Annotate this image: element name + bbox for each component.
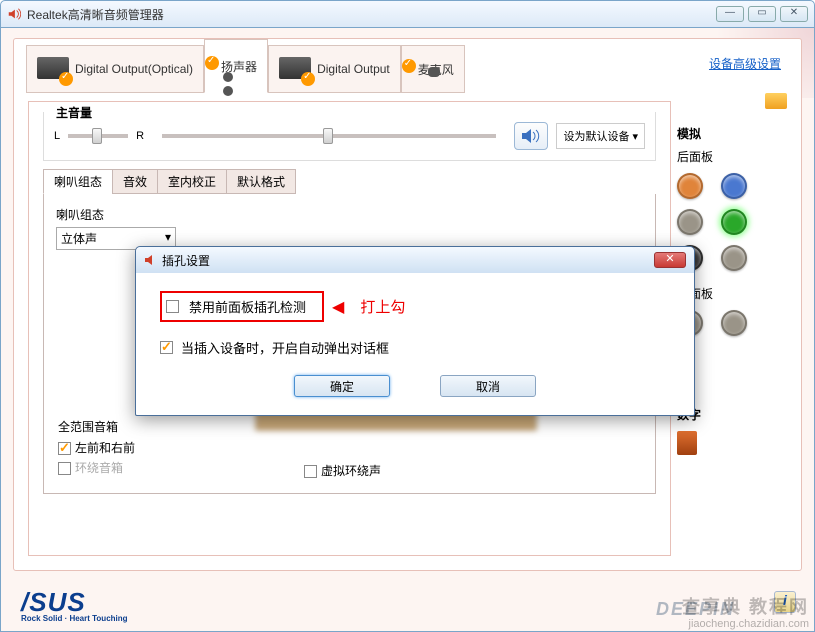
device-tabs: Digital Output(Optical) 扬声器 Digital Outp…	[26, 39, 465, 93]
front-speakers-label: 左前和右前	[75, 441, 135, 455]
check-overlay-icon	[59, 72, 73, 86]
asus-logo: /SUS Rock Solid · Heart Touching	[21, 591, 128, 623]
front-speakers-option[interactable]: 左前和右前	[58, 439, 135, 456]
annotation-highlight: 禁用前面板插孔检测	[160, 291, 324, 322]
jack-gray[interactable]	[677, 209, 703, 235]
tab-digital-output[interactable]: Digital Output	[268, 45, 401, 93]
dialog-title: 插孔设置	[162, 252, 210, 269]
sound-icon	[521, 128, 541, 144]
check-overlay-icon	[205, 56, 219, 70]
set-default-dropdown[interactable]: 设为默认设备 ▾	[556, 123, 645, 149]
subtab-sound-effect[interactable]: 音效	[112, 169, 158, 194]
auto-popup-checkbox[interactable]	[160, 341, 173, 354]
annotation-arrow-icon: ◀	[332, 297, 344, 317]
subtabs: 喇叭组态 音效 室内校正 默认格式	[43, 169, 656, 194]
chevron-down-icon: ▾	[632, 130, 638, 143]
surround-speakers-label: 环绕音箱	[75, 461, 123, 475]
asus-brand: /SUS	[21, 591, 128, 614]
watermark-line1: 查享典 教程网	[682, 598, 809, 618]
main-volume-group: L R 设为默认设备 ▾	[43, 112, 656, 161]
virtual-surround-checkbox[interactable]	[304, 465, 317, 478]
close-button[interactable]: ✕	[780, 6, 808, 22]
jack-fp2[interactable]	[721, 310, 747, 336]
digital-jack-icon[interactable]	[677, 431, 697, 455]
advanced-settings-link[interactable]: 设备高级设置	[709, 55, 781, 72]
check-overlay-icon	[301, 72, 315, 86]
window-titlebar: Realtek高清晰音频管理器 — ▭ ✕	[0, 0, 815, 28]
back-panel-label: 后面板	[677, 148, 787, 165]
subtab-room-correction[interactable]: 室内校正	[157, 169, 227, 194]
check-overlay-icon	[402, 59, 416, 73]
cancel-button[interactable]: 取消	[440, 375, 536, 397]
maximize-button[interactable]: ▭	[748, 6, 776, 22]
balance-left-label: L	[54, 130, 60, 142]
jack-orange[interactable]	[677, 173, 703, 199]
disable-front-jack-detection-label: 禁用前面板插孔检测	[189, 297, 306, 316]
volume-slider[interactable]	[162, 134, 496, 138]
tab-digital-optical[interactable]: Digital Output(Optical)	[26, 45, 204, 93]
jack-green[interactable]	[721, 209, 747, 235]
tab-label: Digital Output(Optical)	[75, 62, 193, 76]
chevron-down-icon: ▾	[165, 230, 171, 247]
virtual-surround-label: 虚拟环绕声	[321, 464, 381, 478]
tab-label: Digital Output	[317, 62, 390, 76]
asus-tagline: Rock Solid · Heart Touching	[21, 614, 128, 623]
balance-slider[interactable]	[68, 134, 128, 138]
subtab-speaker-config[interactable]: 喇叭组态	[43, 169, 113, 194]
jack-settings-dialog: 插孔设置 ✕ 禁用前面板插孔检测 ◀ 打上勾 当插入设备时，开启自动弹出对话框 …	[135, 246, 695, 416]
jack-blue[interactable]	[721, 173, 747, 199]
virtual-surround-option[interactable]: 虚拟环绕声	[304, 462, 381, 479]
analog-label: 模拟	[677, 125, 787, 142]
annotation-text: 打上勾	[360, 296, 405, 317]
minimize-button[interactable]: —	[716, 6, 744, 22]
window-title: Realtek高清晰音频管理器	[27, 6, 164, 23]
dialog-close-button[interactable]: ✕	[654, 252, 686, 268]
speaker-config-value: 立体声	[61, 230, 97, 247]
auto-popup-label: 当插入设备时，开启自动弹出对话框	[181, 338, 389, 357]
tab-microphone[interactable]: 麦克风	[401, 45, 465, 93]
surround-speakers-option: 环绕音箱	[58, 459, 135, 476]
jack-gray2[interactable]	[721, 245, 747, 271]
balance-right-label: R	[136, 130, 144, 142]
tab-speakers[interactable]: 扬声器	[204, 39, 268, 93]
dialog-body: 禁用前面板插孔检测 ◀ 打上勾 当插入设备时，开启自动弹出对话框 确定 取消	[136, 273, 694, 415]
mute-button[interactable]	[514, 122, 548, 150]
full-range-group: 全范围音箱 左前和右前 环绕音箱	[58, 418, 135, 479]
speaker-config-label: 喇叭组态	[56, 206, 643, 223]
subtab-default-format[interactable]: 默认格式	[226, 169, 296, 194]
ok-button[interactable]: 确定	[294, 375, 390, 397]
watermark-line2: jiaocheng.chazidian.com	[682, 618, 809, 630]
disable-front-jack-detection-checkbox[interactable]	[166, 300, 179, 313]
site-watermark: 查享典 教程网 jiaocheng.chazidian.com	[682, 598, 809, 630]
dialog-titlebar: 插孔设置 ✕	[136, 247, 694, 273]
set-default-label: 设为默认设备	[563, 128, 629, 144]
dialog-icon	[144, 253, 158, 267]
surround-speakers-checkbox	[58, 462, 71, 475]
full-range-legend: 全范围音箱	[58, 418, 135, 435]
app-icon	[7, 7, 21, 21]
front-speakers-checkbox[interactable]	[58, 442, 71, 455]
folder-icon[interactable]	[765, 93, 787, 109]
